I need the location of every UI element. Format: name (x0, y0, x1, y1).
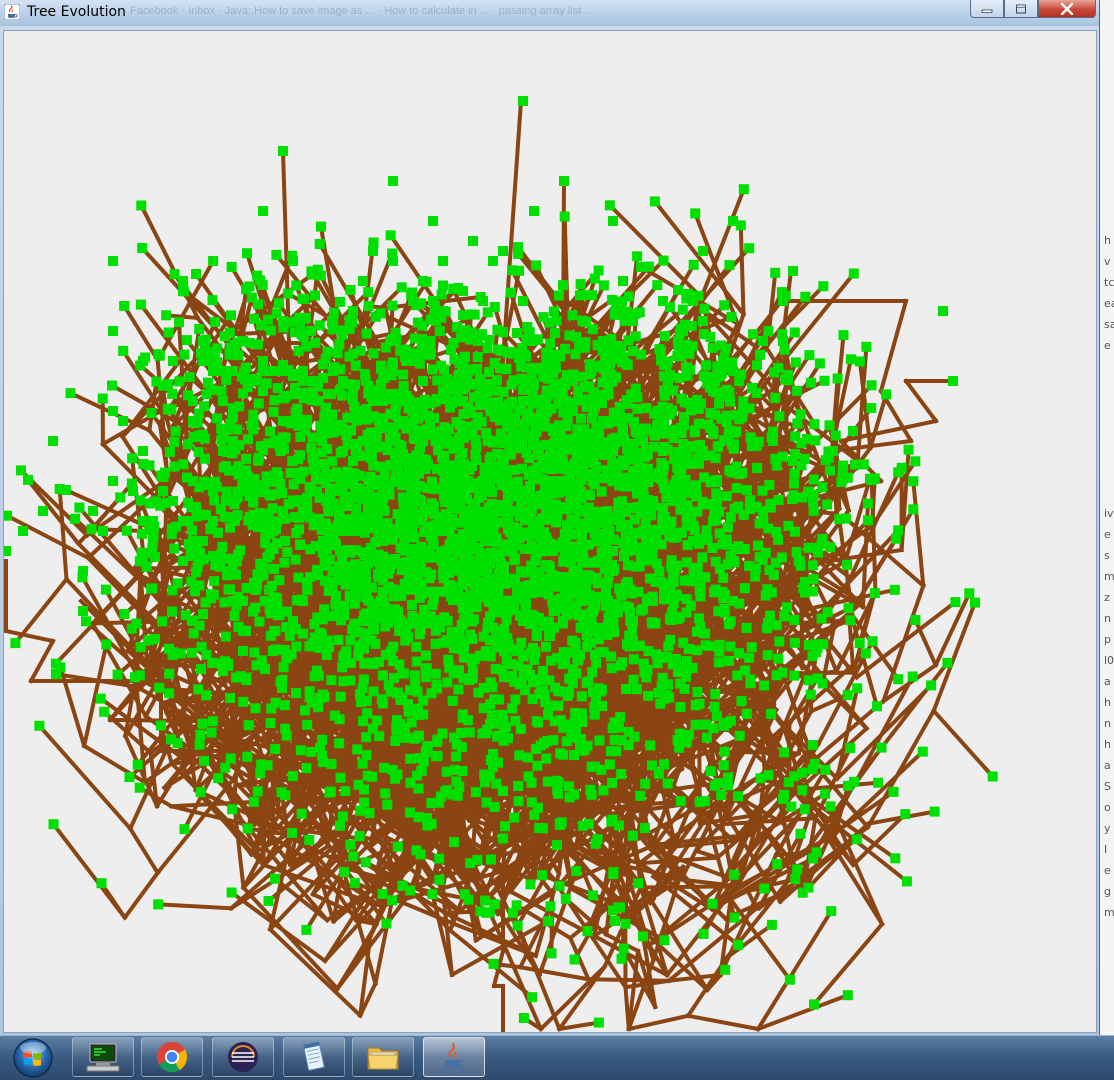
close-button[interactable] (1038, 0, 1096, 18)
tree-drawing (4, 31, 1097, 1033)
maximize-button[interactable] (1004, 0, 1038, 18)
app-window: Tree Evolution Facebook · Inbox · Java: … (0, 0, 1100, 1035)
background-text-fragment: z (1104, 592, 1110, 603)
branch-segment (28, 480, 79, 544)
close-icon (1059, 3, 1075, 15)
tree-canvas[interactable] (3, 30, 1097, 1033)
java-cup-icon (4, 4, 20, 20)
branch-segment (870, 394, 886, 448)
background-text-fragment: tc (1104, 277, 1114, 288)
branch-segment (520, 967, 588, 979)
background-text-fragment: S (1104, 781, 1111, 792)
background-text-fragment: a (1104, 676, 1111, 687)
background-tabs-ghost: Facebook · Inbox · Java: How to save ima… (130, 0, 970, 22)
branch-segment (629, 1016, 688, 1029)
background-text-fragment: e (1104, 340, 1111, 351)
background-text-fragment: iv (1104, 508, 1114, 519)
background-text-fragment: p (1104, 634, 1111, 645)
background-text-fragment: n (1104, 613, 1111, 624)
background-text-fragment: I (1104, 844, 1107, 855)
branch-segment (589, 979, 669, 981)
background-text-fragment: e (1104, 529, 1111, 540)
background-text-fragment: n (1104, 718, 1111, 729)
background-text-fragment: h (1104, 739, 1111, 750)
title-bar[interactable]: Tree Evolution Facebook · Inbox · Java: … (0, 0, 1099, 26)
branch-segment (758, 995, 848, 1029)
window-title: Tree Evolution (27, 4, 126, 20)
background-text-fragment: e (1104, 865, 1111, 876)
background-text-fragment: a (1104, 760, 1111, 771)
background-text-fragment: h (1104, 235, 1111, 246)
maximize-icon (1015, 4, 1027, 14)
background-text-fragment: sa (1104, 319, 1114, 330)
background-text-fragment: y (1104, 823, 1111, 834)
background-text-fragment: ea (1104, 298, 1114, 309)
background-window-edge: hvtceasaeivesmznpl0ahnhaSoyIegm (1099, 0, 1114, 1035)
minimize-button[interactable] (970, 0, 1004, 18)
minimize-icon (981, 5, 993, 13)
background-text-fragment: g (1104, 886, 1111, 897)
background-text-fragment: o (1104, 802, 1111, 813)
background-text-fragment: l0 (1104, 655, 1114, 666)
background-text-fragment: m (1104, 571, 1114, 582)
background-text-fragment: v (1104, 256, 1111, 267)
branch-segment (60, 489, 67, 579)
branch-segment (688, 1016, 758, 1029)
branch-segment (934, 711, 993, 777)
background-text-fragment: h (1104, 697, 1111, 708)
background-text-fragment: m (1104, 907, 1114, 918)
background-text-fragment: s (1104, 550, 1110, 561)
